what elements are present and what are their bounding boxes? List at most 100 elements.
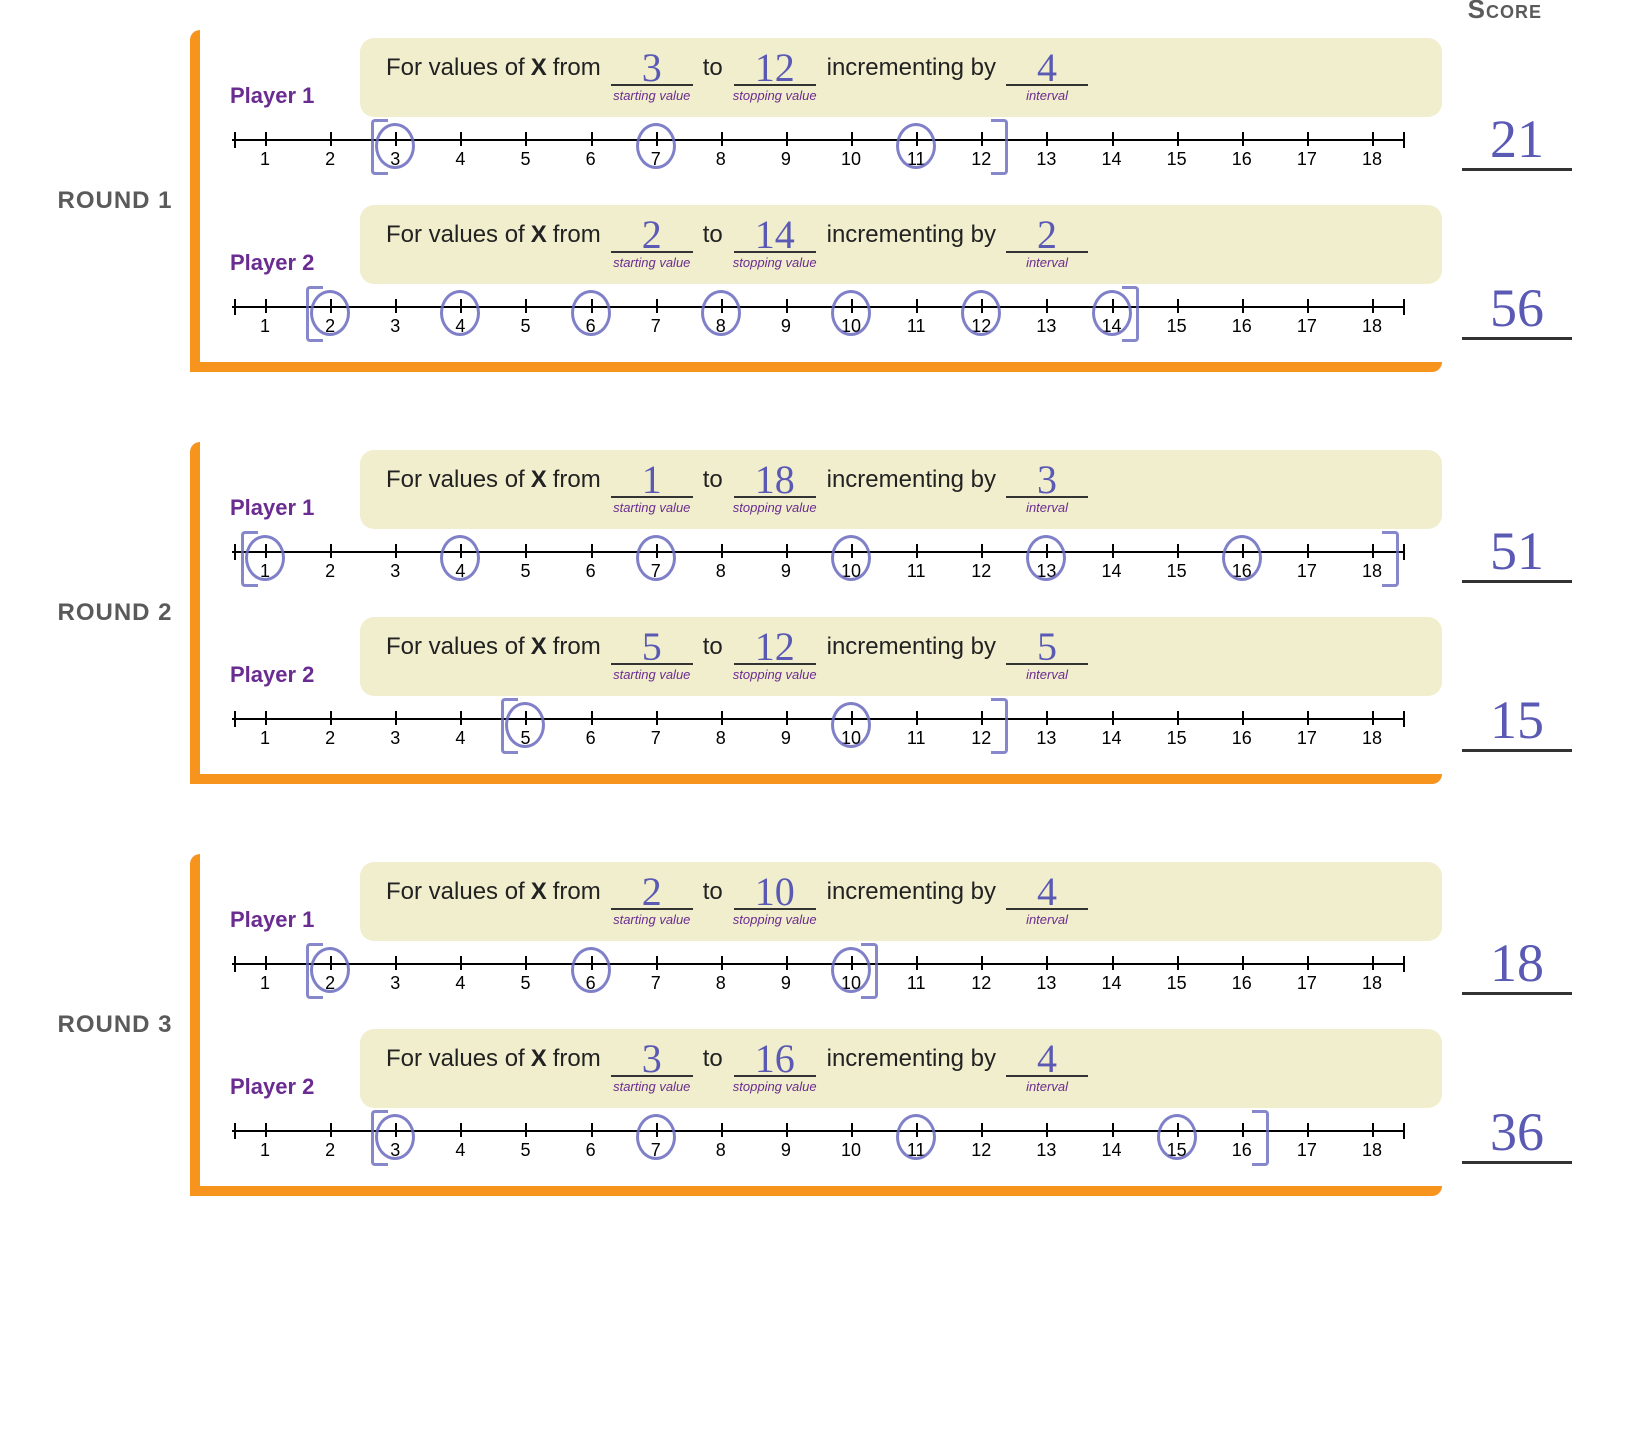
start-blank: 2starting value	[611, 221, 693, 270]
tick-label: 6	[586, 149, 596, 170]
bracket-start	[371, 1110, 388, 1166]
banner-text: to	[703, 54, 723, 82]
stop-blank-value: 12	[755, 48, 795, 88]
stop-blank: 10stopping value	[733, 878, 817, 927]
banner-text: incrementing by	[827, 1045, 996, 1073]
banner-text: For values of	[386, 221, 525, 249]
stop-blank: 14stopping value	[733, 221, 817, 270]
interval-blank-value: 4	[1037, 1039, 1057, 1079]
player-section: Player 2For values ofXfrom2starting valu…	[230, 205, 1442, 344]
interval-blank: 4interval	[1006, 54, 1088, 103]
banner-text: from	[553, 633, 601, 661]
tick-label: 14	[1102, 728, 1122, 749]
bracket-start	[241, 531, 258, 587]
score-box: 56	[1457, 281, 1577, 340]
tick-label: 5	[520, 973, 530, 994]
banner-text: to	[703, 1045, 723, 1073]
banner-text: For values of	[386, 633, 525, 661]
number-line: 123456789101112131415161718	[265, 541, 1372, 589]
tick-label: 16	[1232, 316, 1252, 337]
interval-blank-sublabel: interval	[1026, 88, 1068, 103]
banner-text: For values of	[386, 54, 525, 82]
tick-label: 8	[716, 728, 726, 749]
banner-text: X	[531, 54, 547, 82]
player-name: Player 1	[230, 83, 350, 117]
start-blank: 1starting value	[611, 466, 693, 515]
bracket-end	[1382, 531, 1399, 587]
circled-value	[440, 535, 480, 581]
start-blank-value: 3	[642, 48, 662, 88]
stop-blank-value: 12	[755, 627, 795, 667]
tick-label: 9	[781, 561, 791, 582]
banner-text: to	[703, 878, 723, 906]
tick-label: 8	[716, 1140, 726, 1161]
number-line: 123456789101112131415161718	[265, 708, 1372, 756]
number-line: 123456789101112131415161718	[265, 129, 1372, 177]
score-value: 36	[1490, 1105, 1544, 1159]
stop-blank-sublabel: stopping value	[733, 88, 817, 103]
tick-label: 1	[260, 149, 270, 170]
banner-text: For values of	[386, 1045, 525, 1073]
tick-label: 18	[1362, 728, 1382, 749]
tick-label: 6	[586, 1140, 596, 1161]
round-block: ROUND 3Player 1For values ofXfrom2starti…	[40, 854, 1592, 1196]
interval-blank-value: 3	[1037, 460, 1057, 500]
player-name: Player 2	[230, 250, 350, 284]
circled-value	[440, 290, 480, 336]
start-blank-value: 1	[642, 460, 662, 500]
tick-label: 5	[520, 149, 530, 170]
interval-blank: 3interval	[1006, 466, 1088, 515]
tick-label: 18	[1362, 149, 1382, 170]
tick-label: 12	[971, 728, 991, 749]
banner-text: from	[553, 1045, 601, 1073]
interval-blank-sublabel: interval	[1026, 255, 1068, 270]
tick-label: 5	[520, 1140, 530, 1161]
tick-label: 16	[1232, 1140, 1252, 1161]
circled-value	[1026, 535, 1066, 581]
start-blank: 5starting value	[611, 633, 693, 682]
player-name: Player 2	[230, 1074, 350, 1108]
player-section: Player 1For values ofXfrom2starting valu…	[230, 862, 1442, 1001]
tick-label: 3	[390, 728, 400, 749]
tick-label: 4	[455, 1140, 465, 1161]
tick-label: 12	[971, 561, 991, 582]
stop-blank: 12stopping value	[733, 54, 817, 103]
tick-label: 17	[1297, 561, 1317, 582]
player-section: Player 2For values ofXfrom5starting valu…	[230, 617, 1442, 756]
tick-label: 14	[1102, 1140, 1122, 1161]
tick-label: 13	[1036, 728, 1056, 749]
round-label: ROUND 1	[40, 30, 190, 372]
banner-text: X	[531, 878, 547, 906]
tick-label: 7	[651, 973, 661, 994]
start-blank-value: 2	[642, 215, 662, 255]
tick-label: 9	[781, 973, 791, 994]
tick-label: 17	[1297, 1140, 1317, 1161]
tick-label: 1	[260, 728, 270, 749]
tick-label: 1	[260, 1140, 270, 1161]
tick-label: 16	[1232, 149, 1252, 170]
banner-text: incrementing by	[827, 466, 996, 494]
number-line: 123456789101112131415161718	[265, 953, 1372, 1001]
circled-value	[571, 947, 611, 993]
score-value: 18	[1490, 936, 1544, 990]
start-blank-sublabel: starting value	[613, 912, 690, 927]
banner-text: to	[703, 221, 723, 249]
tick-label: 7	[651, 728, 661, 749]
score-value: 51	[1490, 524, 1544, 578]
round-label: ROUND 2	[40, 442, 190, 784]
bracket-end	[1122, 286, 1139, 342]
tick-label: 9	[781, 316, 791, 337]
tick-label: 2	[325, 149, 335, 170]
player-name: Player 1	[230, 907, 350, 941]
tick-label: 2	[325, 728, 335, 749]
tick-label: 15	[1167, 561, 1187, 582]
player-section: Player 1For values ofXfrom3starting valu…	[230, 38, 1442, 177]
stop-blank-value: 18	[755, 460, 795, 500]
score-value: 21	[1490, 112, 1544, 166]
score-box: 15	[1457, 693, 1577, 752]
banner-text: X	[531, 466, 547, 494]
player-section: Player 1For values ofXfrom1starting valu…	[230, 450, 1442, 589]
interval-blank-value: 4	[1037, 872, 1057, 912]
stop-blank: 16stopping value	[733, 1045, 817, 1094]
stop-blank-value: 16	[755, 1039, 795, 1079]
